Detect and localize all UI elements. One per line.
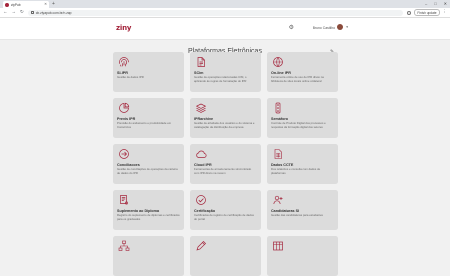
card-description: Registro do suplemento de diplomas e cer… <box>117 213 180 221</box>
card-description: Gestão de dados IPR <box>117 75 144 80</box>
extension-icon[interactable] <box>407 10 412 15</box>
card-description: Dos relatórios e consulta com dados de p… <box>271 167 321 175</box>
avatar[interactable] <box>337 24 343 30</box>
card-description: Controle de Produto Digital dos processo… <box>271 121 326 129</box>
tab-close-icon[interactable]: ✕ <box>44 2 47 7</box>
gear-icon[interactable]: ⚙ <box>289 25 294 31</box>
card-description: Gestão das candidaturas para estudantes <box>271 213 323 218</box>
forward-icon[interactable]: → <box>12 10 17 15</box>
card-description: Gestão de atividade dos usuários e do si… <box>194 121 255 129</box>
pie-chart-icon <box>119 102 130 113</box>
card-description: Gestão de conciliações de operações da c… <box>117 167 178 175</box>
platform-grid: SI-IPR Gestão de dados IPR SCim Gestão de o… <box>113 52 338 276</box>
window-controls: – □ ✕ <box>425 1 447 6</box>
certificate-icon <box>120 195 129 205</box>
close-window-icon[interactable]: ✕ <box>444 1 447 6</box>
card-description: Ferramentas de armazenamento sincronizad… <box>194 167 252 175</box>
card-description: Previsão do andamento e produtividade em… <box>117 121 172 129</box>
traffic-light-icon <box>275 102 281 114</box>
menu-dots-icon[interactable]: ⋮ <box>443 10 448 15</box>
card-description: Gestão de operações relacionadas CIM, o … <box>194 75 247 83</box>
tab-title: ziyPub <box>11 2 21 7</box>
logo-text: ziny <box>116 24 132 32</box>
cloud-icon <box>196 150 207 158</box>
platform-card[interactable]: Suplemento ao Diploma Registro do supleme… <box>113 190 184 230</box>
table-icon <box>273 241 283 251</box>
card-description: Certificados de registro de certificação… <box>194 213 254 221</box>
app-logo[interactable]: ziny <box>116 24 131 32</box>
user-name[interactable]: Bruno Castilho <box>313 26 335 30</box>
app-header: ziny ⚙ Bruno Castilho ▾ <box>0 18 450 40</box>
network-icon <box>118 240 130 251</box>
platform-card[interactable]: SCim Gestão de operações relacionadas CIM… <box>190 52 261 92</box>
platform-card[interactable]: SI-IPR Gestão de dados IPR <box>113 52 184 92</box>
platform-card[interactable]: Conciliacoes Gestão de conciliações de op… <box>113 144 184 184</box>
finish-update-button[interactable]: Finish update <box>414 9 440 16</box>
address-bar[interactable]: cb.ziyapub.com.br/n.zap <box>27 9 404 16</box>
pen-icon <box>196 241 206 251</box>
platform-card[interactable]: Certificação Certificados de registro de … <box>190 190 261 230</box>
toolbar-actions: Finish update ⋮ <box>407 9 447 16</box>
reload-icon[interactable]: ↻ <box>20 10 24 15</box>
card-description: Ferramenta online de uso de IPR direto n… <box>271 75 324 83</box>
platform-card[interactable]: Candidaturas SI Gestão das candidaturas p… <box>267 190 338 230</box>
platform-card[interactable] <box>267 236 338 276</box>
platform-card[interactable]: Dados CCTE Dos relatórios e consulta com … <box>267 144 338 184</box>
person-add-icon <box>273 195 283 205</box>
fingerprint-icon <box>119 57 129 67</box>
maximize-icon[interactable]: □ <box>434 1 436 6</box>
browser-tab[interactable]: ziyPub ✕ <box>3 1 49 8</box>
spreadsheet-icon <box>274 149 282 159</box>
platform-card[interactable]: Semáforo Controle de Produto Digital dos … <box>267 98 338 138</box>
platform-card[interactable]: On-line IPR Ferramenta online de uso de I… <box>267 52 338 92</box>
back-icon[interactable]: ← <box>3 10 8 15</box>
chevron-down-icon[interactable]: ▾ <box>346 25 348 29</box>
layers-icon <box>196 103 206 113</box>
login-icon <box>119 149 129 159</box>
browser-tabbar: ziyPub ✕ + – □ ✕ <box>0 0 450 8</box>
platform-card[interactable]: IPRarchive Gestão de atividade dos usuári… <box>190 98 261 138</box>
platform-card[interactable]: Cloud IPR Ferramentas de armazenamento si… <box>190 144 261 184</box>
new-tab-icon[interactable]: + <box>52 1 55 8</box>
check-badge-icon <box>196 195 206 205</box>
platform-card[interactable] <box>190 236 261 276</box>
globe-icon <box>273 57 283 67</box>
platform-card[interactable] <box>113 236 184 276</box>
minimize-icon[interactable]: – <box>425 1 427 6</box>
url-text: cb.ziyapub.com.br/n.zap <box>35 10 72 15</box>
document-icon <box>197 57 205 67</box>
lock-icon <box>30 11 34 14</box>
tab-favicon-icon <box>5 2 9 7</box>
browser-toolbar: ← → ↻ cb.ziyapub.com.br/n.zap Finish upd… <box>0 8 450 18</box>
platform-card[interactable]: Previs IPR Previsão do andamento e produt… <box>113 98 184 138</box>
